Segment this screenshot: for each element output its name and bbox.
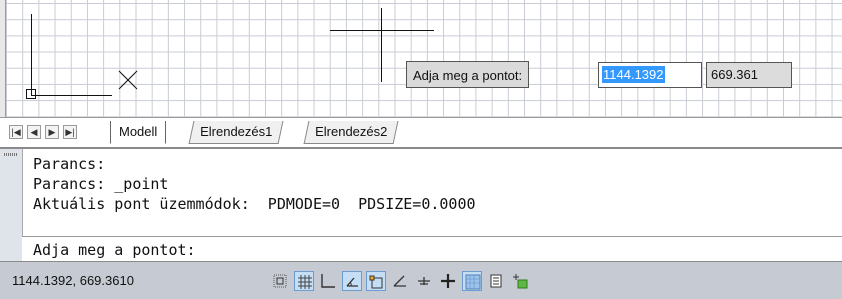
last-tab-icon[interactable]: ▶| [63,125,77,139]
polar-tracking-icon[interactable] [366,271,386,291]
ucs-y-axis [31,14,32,96]
grid-display-icon[interactable] [318,271,338,291]
tab-elrendezes1[interactable]: Elrendezés1 [188,121,284,144]
tab-label: Elrendezés2 [315,124,388,139]
dynamic-input-x-field[interactable]: 1144.1392 [598,62,702,88]
next-tab-icon[interactable]: ▶ [45,125,59,139]
object-snap-icon[interactable] [390,271,410,291]
x-value: 1144.1392 [602,66,665,83]
tab-elrendezes2[interactable]: Elrendezés2 [303,121,399,144]
object-snap-tracking-icon[interactable] [438,271,458,291]
layout-tab-bar: |◀ ◀ ▶ ▶| Modell Elrendezés1 Elrendezés2 [0,117,842,148]
snap-mode-icon[interactable] [294,271,314,291]
ucs-x-axis [31,95,112,96]
ortho-mode-icon[interactable] [342,271,362,291]
cursor-coordinates[interactable]: 1144.1392, 669.3610 [12,262,134,299]
command-history-line: Parancs: _point [33,175,169,193]
grip-dots-icon [4,153,18,156]
tab-modell[interactable]: Modell [110,121,167,144]
first-tab-icon[interactable]: |◀ [9,125,23,139]
3d-object-snap-icon[interactable] [414,271,434,291]
status-bar: 1144.1392, 669.3610 [0,261,842,299]
drawing-canvas[interactable]: Adja meg a pontot: 1144.1392 669.361 [0,0,842,117]
command-prompt[interactable]: Adja meg a pontot: [33,240,196,260]
ucs-origin-box [26,89,36,99]
dynamic-input-y-field[interactable]: 669.361 [706,62,792,88]
dynamic-input-prompt: Adja meg a pontot: [406,61,530,88]
ucs-x-marker-icon [118,70,138,90]
dynamic-ucs-icon[interactable] [462,271,482,291]
crosshair-horizontal [330,30,434,31]
command-window-grip[interactable] [0,149,23,263]
lineweight-icon[interactable] [510,271,530,291]
command-history-line: Parancs: [33,155,106,173]
crosshair-vertical [381,8,382,82]
prev-tab-icon[interactable]: ◀ [27,125,41,139]
canvas-left-frame [0,0,6,117]
infer-constraints-icon[interactable] [270,271,290,291]
command-window: Parancs: Parancs: _point Aktuális pont ü… [0,147,842,264]
dynamic-input-icon[interactable] [486,271,506,291]
tab-label: Elrendezés1 [200,124,273,139]
command-history-line: Aktuális pont üzemmódok: PDMODE=0 PDSIZE… [33,195,476,213]
